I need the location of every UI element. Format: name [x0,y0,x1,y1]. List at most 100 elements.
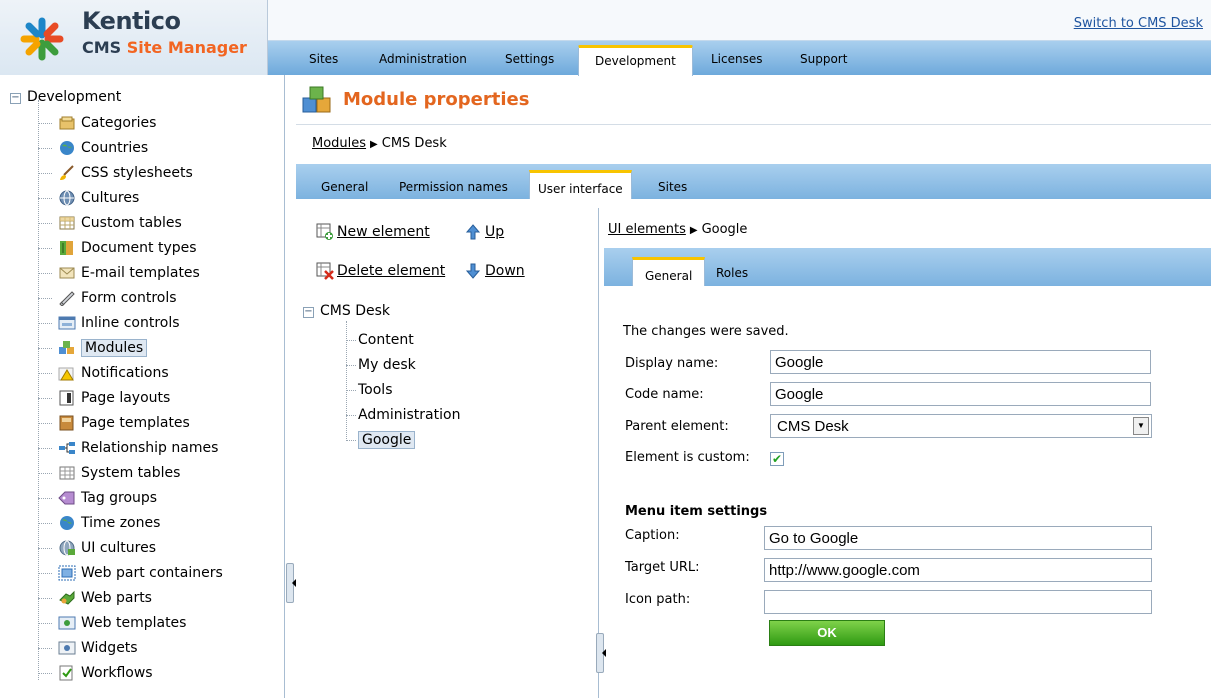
tree-item-relationship-names[interactable]: Relationship names [38,437,218,459]
target-url-label: Target URL: [625,560,700,575]
tab-user-interface[interactable]: User interface [529,170,632,199]
tree-item-document-types[interactable]: Document types [38,237,197,259]
tree-item-inline-controls[interactable]: Inline controls [38,312,180,334]
target-url-input[interactable]: http://www.google.com [764,558,1152,582]
kentico-logo[interactable]: Kentico CMS Site Manager [0,0,268,75]
parent-element-value: CMS Desk [777,418,849,435]
ui-tree-item-tools[interactable]: Tools [346,379,393,401]
tree-item-workflows[interactable]: Workflows [38,662,153,684]
tree-item-web-parts[interactable]: Web parts [38,587,152,609]
tree-item-categories[interactable]: Categories [38,112,156,134]
element-is-custom-checkbox[interactable]: ✔ [770,452,784,466]
web-template-icon [58,616,76,630]
container-icon [58,565,76,581]
kentico-logo-icon [20,17,64,61]
logo-sub-site-manager: Site Manager [126,38,247,57]
warning-icon [58,367,74,381]
ui-breadcrumb-current: Google [701,222,748,237]
tab-element-roles[interactable]: Roles [716,266,748,280]
relationship-icon [59,442,75,454]
ui-elements-link[interactable]: UI elements [608,222,686,237]
book-icon [60,241,73,255]
tree-item-form-controls[interactable]: Form controls [38,287,177,309]
breadcrumb-separator-icon: ▶ [370,139,378,150]
collapse-icon[interactable]: − [10,93,21,104]
logo-sub-cms: CMS [82,38,122,57]
up-button[interactable]: Up [464,223,504,241]
tag-icon [58,491,75,505]
switch-to-cms-desk-link[interactable]: Switch to CMS Desk [1074,16,1203,31]
tree-item-custom-tables[interactable]: Custom tables [38,212,182,234]
ui-tree-item-administration[interactable]: Administration [346,404,460,426]
tree-item-web-templates[interactable]: Web templates [38,612,186,634]
tree-root[interactable]: − Development [10,89,121,105]
tree-item-time-zones[interactable]: Time zones [38,512,160,534]
tab-development[interactable]: Development [578,45,693,76]
tab-administration[interactable]: Administration [379,52,467,66]
title-bar: Module properties [296,75,1211,125]
element-is-custom-label: Element is custom: [625,450,750,465]
caption-label: Caption: [625,528,680,543]
tab-sites[interactable]: Sites [658,180,687,194]
parent-element-select[interactable]: CMS Desk ▼ [770,414,1152,438]
envelope-icon [59,267,75,279]
dropdown-arrow-icon[interactable]: ▼ [1133,417,1149,435]
ui-breadcrumb: UI elements ▶ Google [608,222,747,237]
ok-button[interactable]: OK [769,620,885,646]
form-control-icon [59,291,75,306]
modules-icon [302,86,331,113]
tree-item-css-stylesheets[interactable]: CSS stylesheets [38,162,193,184]
icon-path-label: Icon path: [625,592,691,607]
tab-sites[interactable]: Sites [309,52,338,66]
tree-item-ui-cultures[interactable]: UI cultures [38,537,156,559]
ui-elements-panel: New element Up Delete element Down − CMS … [296,208,599,698]
breadcrumb-separator-icon: ▶ [689,225,698,236]
arrow-up-icon [465,224,481,240]
left-tree-panel: − Development Categories Countries CSS st… [0,75,285,698]
tree-item-web-part-containers[interactable]: Web part containers [38,562,223,584]
ui-tree-item-my-desk[interactable]: My desk [346,354,416,376]
table-icon [59,216,75,230]
tab-settings[interactable]: Settings [505,52,554,66]
tree-item-email-templates[interactable]: E-mail templates [38,262,200,284]
tab-licenses[interactable]: Licenses [711,52,763,66]
ui-tree-root[interactable]: − CMS Desk [303,303,390,319]
tab-permission-names[interactable]: Permission names [399,180,508,194]
tree-item-page-layouts[interactable]: Page layouts [38,387,170,409]
code-name-input[interactable]: Google [770,382,1151,406]
collapse-icon[interactable]: − [303,307,314,318]
left-panel-collapse-handle[interactable] [286,563,296,603]
tree-item-modules[interactable]: Modules [38,337,148,359]
tree-item-cultures[interactable]: Cultures [38,187,139,209]
logo-brand: Kentico [82,7,181,35]
tree-item-page-templates[interactable]: Page templates [38,412,190,434]
ui-tree-item-google[interactable]: Google [346,429,416,451]
tree-item-tag-groups[interactable]: Tag groups [38,487,157,509]
tree-item-widgets[interactable]: Widgets [38,637,138,659]
new-element-button[interactable]: New element [316,223,430,241]
tree-item-system-tables[interactable]: System tables [38,462,180,484]
tree-item-countries[interactable]: Countries [38,137,148,159]
content-area: Module properties Modules ▶ CMS Desk Gener… [296,75,1211,698]
new-element-icon [316,223,333,240]
ui-tree-item-content[interactable]: Content [346,329,414,351]
display-name-input[interactable]: Google [770,350,1151,374]
delete-element-icon [316,262,334,280]
tree-item-notifications[interactable]: Notifications [38,362,169,384]
brush-icon [60,165,74,180]
middle-panel-collapse-handle[interactable] [596,633,606,673]
top-bar: Switch to CMS Desk [268,0,1211,40]
breadcrumb-modules-link[interactable]: Modules [312,136,366,151]
tab-general[interactable]: General [321,180,368,194]
tab-element-general[interactable]: General [632,257,706,286]
tab-support[interactable]: Support [800,52,847,66]
system-table-icon [59,466,75,480]
logo-subtitle: CMS Site Manager [82,38,247,57]
page-layout-icon [59,390,74,406]
caption-input[interactable]: Go to Google [764,526,1152,550]
page-template-icon [59,415,74,431]
inline-control-icon [58,316,76,330]
icon-path-input[interactable] [764,590,1152,614]
delete-element-button[interactable]: Delete element [316,262,445,280]
down-button[interactable]: Down [464,262,525,280]
